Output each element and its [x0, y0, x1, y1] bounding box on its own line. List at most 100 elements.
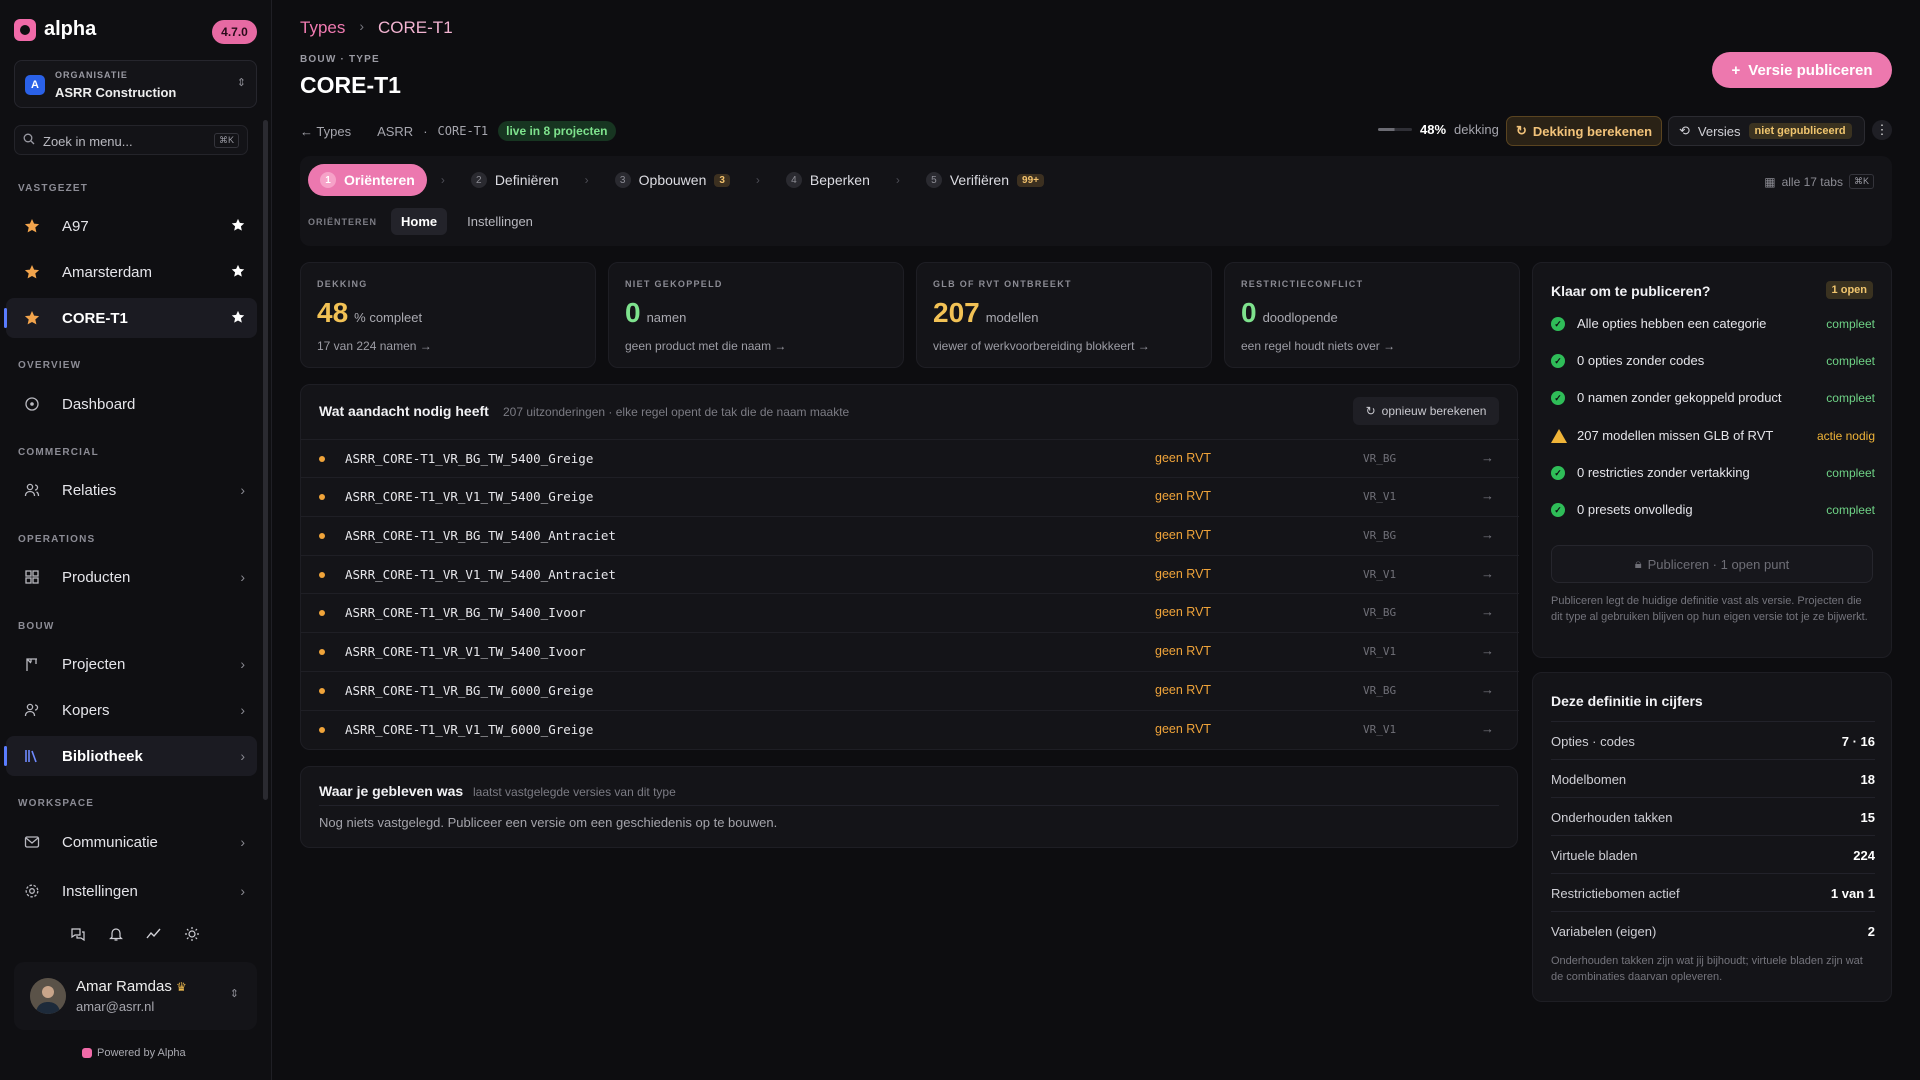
checklist-state: compleet: [1826, 391, 1875, 405]
section-label-bouw: BOUW: [18, 621, 55, 632]
tab-instellingen[interactable]: Instellingen: [457, 208, 543, 235]
stat-value: 0: [1241, 297, 1257, 328]
chevron-right-icon: ›: [359, 18, 365, 34]
sidebar-item-projecten[interactable]: Projecten ›: [6, 644, 257, 684]
publish-button-disabled[interactable]: 🔒︎ Publiceren · 1 open punt: [1551, 545, 1873, 583]
sidebar: alpha 4.7.0 A ORGANISATIE ASRR Construct…: [0, 0, 272, 1080]
more-options-icon[interactable]: ⋮: [1872, 120, 1892, 140]
organization-switcher[interactable]: A ORGANISATIE ASRR Construction ⇕: [14, 60, 257, 108]
sun-icon[interactable]: [184, 926, 200, 942]
step-label: Definiëren: [494, 172, 559, 188]
table-row[interactable]: ASRR_CORE-T1_VR_V1_TW_5400_Ivoor geen RVT…: [301, 632, 1519, 670]
user-menu[interactable]: Amar Ramdas ♛ amar@asrr.nl ⇕: [14, 962, 257, 1030]
stat-link[interactable]: viewer of werkvoorbereiding blokkeert →: [933, 339, 1150, 353]
checklist-title: Klaar om te publiceren?: [1551, 283, 1711, 299]
step-opbouwen[interactable]: 3 Opbouwen 3: [603, 164, 742, 196]
coverage-label: dekking: [1454, 122, 1499, 137]
tab-home[interactable]: Home: [391, 208, 448, 235]
checklist-item: ✓ Alle opties hebben een categorie complee…: [1551, 315, 1875, 335]
step-verifieren[interactable]: 5 Verifiëren 99+: [914, 164, 1056, 196]
row-status: geen RVT: [1155, 644, 1212, 658]
figure-value: 15: [1860, 810, 1875, 825]
sidebar-item-amarsterdam[interactable]: Amarsterdam: [6, 252, 257, 292]
warning-dot: [319, 610, 325, 616]
all-tabs-shortcut: ⌘K: [1848, 174, 1874, 189]
sidebar-item-label: Producten: [62, 569, 131, 586]
figures-title: Deze definitie in cijfers: [1551, 693, 1703, 709]
table-row[interactable]: ASRR_CORE-T1_VR_BG_TW_5400_Antraciet geen…: [301, 516, 1519, 554]
pinned-star-icon[interactable]: [231, 264, 245, 278]
history-subtitle: laatst vastgelegde versies van dit type: [473, 785, 676, 799]
table-row[interactable]: ASRR_CORE-T1_VR_V1_TW_5400_Greige geen RV…: [301, 477, 1519, 515]
section-label-operations: OPERATIONS: [18, 534, 96, 545]
row-name: ASRR_CORE-T1_VR_BG_TW_5400_Antraciet: [345, 528, 616, 543]
pinned-star-icon[interactable]: [231, 218, 245, 232]
stat-link[interactable]: 17 van 224 namen →: [317, 339, 432, 353]
lock-icon: 🔒︎: [1634, 556, 1642, 571]
star-icon: [24, 219, 40, 233]
back-link[interactable]: ← Types: [300, 124, 351, 139]
table-row[interactable]: ASRR_CORE-T1_VR_V1_TW_6000_Greige geen RV…: [301, 710, 1519, 748]
sidebar-item-relaties[interactable]: Relaties ›: [6, 470, 257, 510]
sidebar-item-a97[interactable]: A97: [6, 206, 257, 246]
grid-icon: ▦: [1764, 174, 1776, 189]
status-badge: niet gepubliceerd: [1748, 123, 1852, 139]
stat-card-restrictieconflict[interactable]: RESTRICTIECONFLICT 0 doodlopende een rege…: [1224, 262, 1520, 368]
stat-link[interactable]: geen product met die naam →: [625, 339, 786, 353]
user-email: amar@asrr.nl: [76, 999, 155, 1014]
attention-panel: Wat aandacht nodig heeft 207 uitzonderin…: [300, 384, 1519, 750]
stat-card-niet-gekoppeld[interactable]: NIET GEKOPPELD 0 namen geen product met d…: [608, 262, 904, 368]
stat-label: DEKKING: [317, 279, 368, 289]
table-row[interactable]: ASRR_CORE-T1_VR_BG_TW_6000_Greige geen RV…: [301, 671, 1519, 709]
meta-type: CORE-T1: [437, 124, 489, 138]
check-circle-icon: ✓: [1551, 354, 1565, 368]
stat-card-glb-rvt[interactable]: GLB OF RVT ONTBREEKT 207 modellen viewer …: [916, 262, 1212, 368]
checklist-text: Alle opties hebben een categorie: [1577, 316, 1767, 331]
menu-search[interactable]: Zoek in menu... ⌘K: [14, 125, 248, 155]
arrow-right-icon: →: [1481, 527, 1494, 542]
history-icon: ⟲: [1679, 123, 1690, 138]
all-tabs-button[interactable]: ▦ alle 17 tabs ⌘K: [1764, 174, 1874, 189]
recalculate-button[interactable]: ↻ opnieuw berekenen: [1353, 397, 1499, 425]
activity-icon[interactable]: [146, 926, 162, 942]
sidebar-scrollbar[interactable]: [263, 120, 268, 800]
calculate-coverage-button[interactable]: ↻ Dekking berekenen: [1506, 116, 1662, 146]
versions-button[interactable]: ⟲ Versies niet gepubliceerd: [1668, 116, 1865, 146]
table-row[interactable]: ASRR_CORE-T1_VR_V1_TW_5400_Antraciet geen…: [301, 555, 1519, 593]
breadcrumb-types[interactable]: Types: [300, 18, 345, 38]
sidebar-item-kopers[interactable]: Kopers ›: [6, 690, 257, 730]
step-beperken[interactable]: 4 Beperken: [774, 164, 882, 196]
back-link-label: Types: [316, 123, 352, 139]
sidebar-item-core-t1[interactable]: CORE-T1: [4, 298, 257, 338]
history-empty-text: Nog niets vastgelegd. Publiceer een vers…: [319, 815, 778, 830]
chevron-right-icon: ›: [240, 748, 245, 764]
search-input[interactable]: Zoek in menu...: [43, 134, 133, 149]
sidebar-item-label: Dashboard: [62, 396, 136, 413]
pinned-star-icon[interactable]: [231, 310, 245, 324]
chat-icon[interactable]: [70, 926, 86, 942]
figure-label: Modelbomen: [1551, 772, 1627, 787]
stat-link[interactable]: een regel houdt niets over →: [1241, 339, 1395, 353]
stat-card-dekking[interactable]: DEKKING 48 % compleet 17 van 224 namen →: [300, 262, 596, 368]
sidebar-item-bibliotheek[interactable]: Bibliotheek ›: [4, 736, 257, 776]
checklist-state: compleet: [1826, 354, 1875, 368]
section-label-workspace: WORKSPACE: [18, 798, 95, 809]
warning-dot: [319, 494, 325, 500]
step-definieren[interactable]: 2 Definiëren: [459, 164, 571, 196]
table-row[interactable]: ASRR_CORE-T1_VR_BG_TW_5400_Greige geen RV…: [301, 439, 1519, 477]
chevron-right-icon: ›: [584, 173, 589, 187]
sidebar-item-communicatie[interactable]: Communicatie ›: [6, 822, 257, 862]
app-logo[interactable]: alpha: [14, 18, 96, 41]
publish-version-button[interactable]: + Versie publiceren: [1712, 52, 1892, 88]
table-row[interactable]: ASRR_CORE-T1_VR_BG_TW_5400_Ivoor geen RVT…: [301, 593, 1519, 631]
row-code: VR_BG: [1363, 606, 1397, 619]
sidebar-item-dashboard[interactable]: Dashboard: [6, 384, 257, 424]
bell-icon[interactable]: [108, 926, 124, 942]
checklist-item: ✓ 0 opties zonder codes compleet: [1551, 352, 1875, 372]
stat-value: 207: [933, 297, 980, 328]
avatar: [30, 978, 66, 1014]
sidebar-item-producten[interactable]: Producten ›: [6, 557, 257, 597]
step-orienteren[interactable]: 1 Oriënteren: [308, 164, 427, 196]
step-number: 1: [320, 172, 336, 188]
sidebar-item-instellingen[interactable]: Instellingen ›: [6, 871, 257, 911]
